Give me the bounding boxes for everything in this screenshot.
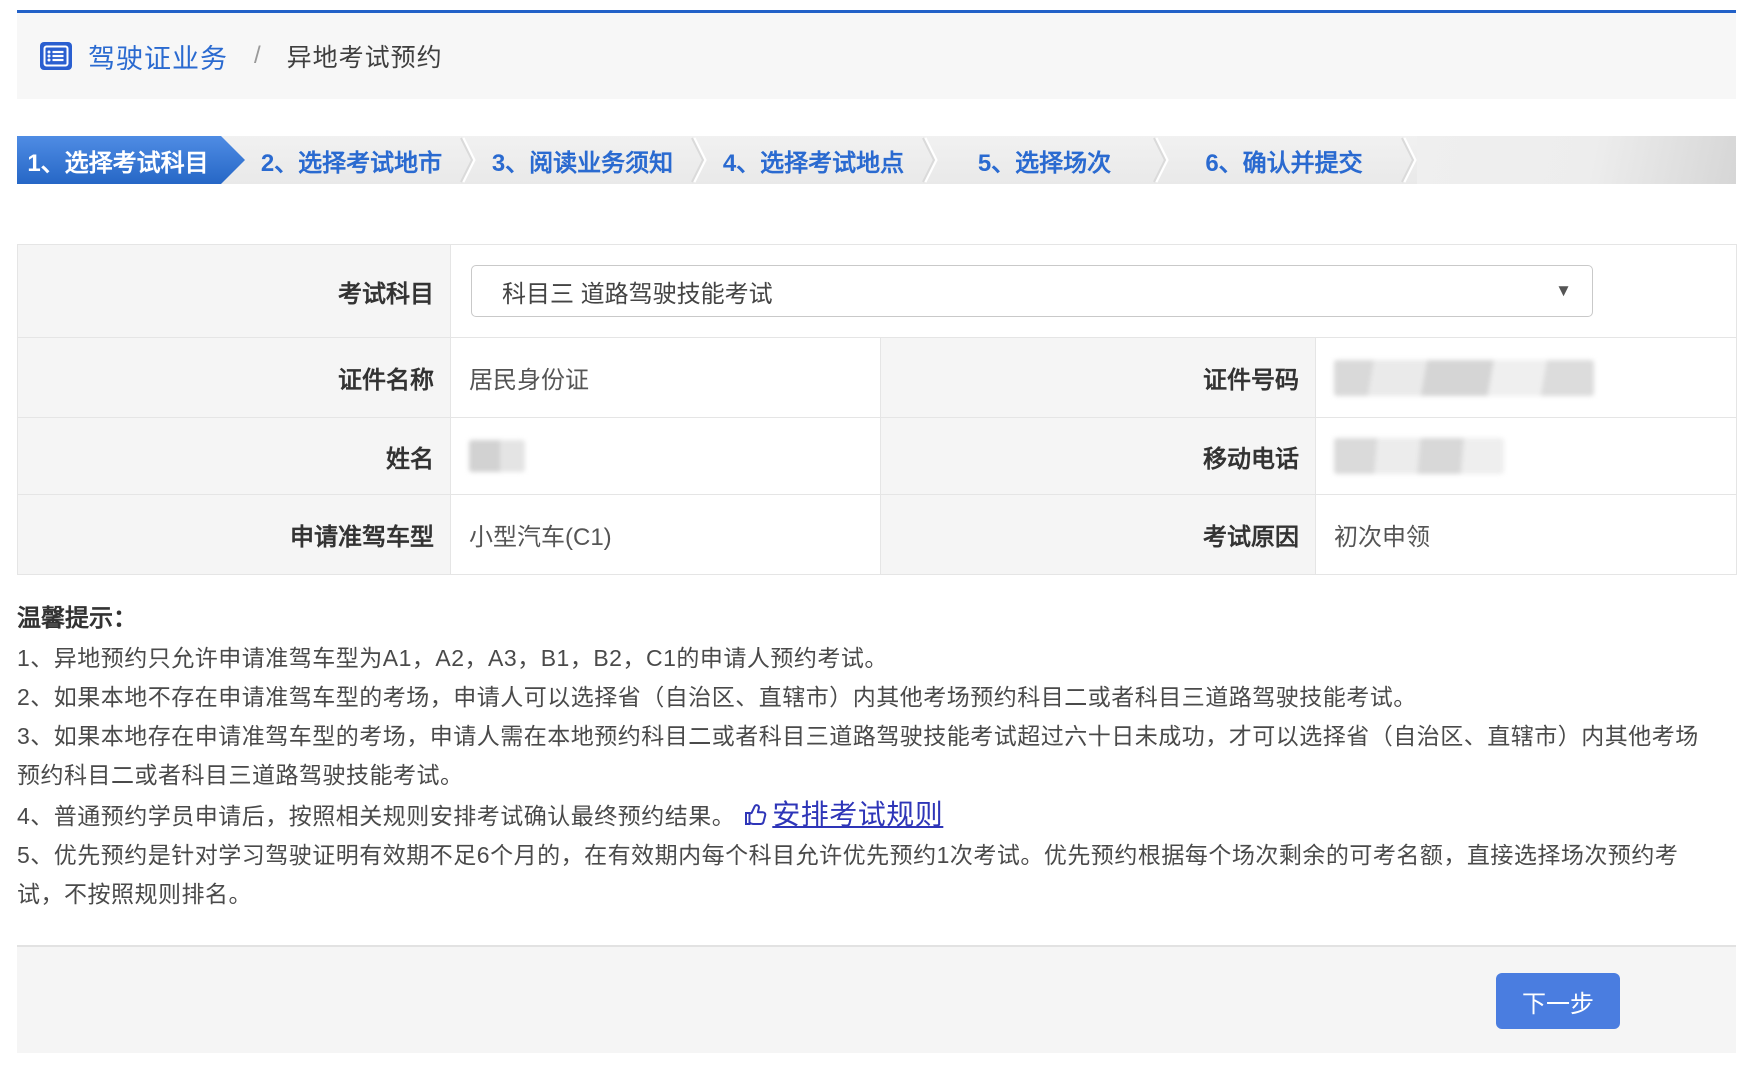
exam-booking-page: 驾驶证业务 / 异地考试预约 1、选择考试科目 2、选择考试地市 3、阅读业务须…: [0, 0, 1753, 1075]
breadcrumb-current-page: 异地考试预约: [287, 38, 443, 74]
next-step-button[interactable]: 下一步: [1496, 973, 1620, 1029]
id-number-redacted-value: [1334, 360, 1594, 396]
dropdown-caret-icon: ▼: [1555, 281, 1572, 301]
exam-reason-label: 考试原因: [881, 495, 1316, 575]
breadcrumb: 驾驶证业务 / 异地考试预约: [17, 13, 1736, 99]
exam-rule-link-label: 安排考试规则: [772, 799, 943, 830]
phone-redacted-value: [1334, 438, 1504, 474]
tip-item-2: 2、如果本地不存在申请准驾车型的考场，申请人可以选择省（自治区、直辖市）内其他考…: [17, 678, 1703, 717]
tip-item-5: 5、优先预约是针对学习驾驶证明有效期不足6个月的，在有效期内每个科目允许优先预约…: [17, 836, 1703, 914]
license-business-icon: [39, 41, 73, 71]
exam-subject-select[interactable]: 科目三 道路驾驶技能考试 ▼: [471, 265, 1593, 317]
id-type-value: 居民身份证: [451, 338, 881, 418]
step-1-select-subject: 1、选择考试科目: [17, 136, 245, 184]
tip-item-4-text: 4、普通预约学员申请后，按照相关规则安排考试确认最终预约结果。: [17, 803, 735, 829]
step-chevron-icon: [689, 136, 707, 184]
step-4-select-site: 4、选择考试地点: [707, 136, 920, 184]
step-wizard: 1、选择考试科目 2、选择考试地市 3、阅读业务须知 4、选择考试地点 5、选择…: [17, 136, 1736, 184]
step-chevron-icon: [1151, 136, 1169, 184]
tip-item-4: 4、普通预约学员申请后，按照相关规则安排考试确认最终预约结果。 安排考试规则: [17, 795, 1703, 836]
thumbs-up-icon: [743, 802, 769, 828]
exam-subject-label: 考试科目: [18, 245, 451, 338]
tips-title: 温馨提示：: [17, 599, 1703, 639]
applicant-info-table: 考试科目 科目三 道路驾驶技能考试 ▼ 证件名称 居民身份证 证件号码 姓名 移…: [17, 244, 1737, 575]
step-3-label: 3、阅读业务须知: [492, 143, 673, 178]
breadcrumb-license-business[interactable]: 驾驶证业务: [88, 37, 228, 76]
tip-item-1: 1、异地预约只允许申请准驾车型为A1，A2，A3，B1，B2，C1的申请人预约考…: [17, 639, 1703, 678]
vehicle-type-value: 小型汽车(C1): [451, 495, 881, 575]
phone-label: 移动电话: [881, 418, 1316, 495]
breadcrumb-separator: /: [254, 42, 261, 70]
id-number-label: 证件号码: [881, 338, 1316, 418]
step-1-label: 1、选择考试科目: [27, 143, 208, 178]
step-bar-filler: [1417, 136, 1736, 184]
tips-section: 温馨提示： 1、异地预约只允许申请准驾车型为A1，A2，A3，B1，B2，C1的…: [17, 575, 1703, 914]
step-2-label: 2、选择考试地市: [261, 143, 442, 178]
step-6-label: 6、确认并提交: [1205, 143, 1362, 178]
exam-subject-selected-value: 科目三 道路驾驶技能考试: [502, 274, 773, 309]
step-5-select-session: 5、选择场次: [938, 136, 1151, 184]
step-6-confirm-submit: 6、确认并提交: [1169, 136, 1399, 184]
step-chevron-icon: [458, 136, 476, 184]
name-label: 姓名: [18, 418, 451, 495]
step-2-select-city: 2、选择考试地市: [245, 136, 458, 184]
step-chevron-icon: [1399, 136, 1417, 184]
id-type-label: 证件名称: [18, 338, 451, 418]
step-chevron-icon: [920, 136, 938, 184]
bottom-action-bar: 下一步: [17, 945, 1736, 1053]
step-5-label: 5、选择场次: [978, 143, 1111, 178]
name-redacted-value: [469, 440, 525, 472]
exam-reason-value: 初次申领: [1316, 495, 1737, 575]
step-3-read-notice: 3、阅读业务须知: [476, 136, 689, 184]
exam-rule-link[interactable]: 安排考试规则: [743, 799, 943, 830]
step-4-label: 4、选择考试地点: [723, 143, 904, 178]
tip-item-3: 3、如果本地存在申请准驾车型的考场，申请人需在本地预约科目二或者科目三道路驾驶技…: [17, 717, 1703, 795]
vehicle-type-label: 申请准驾车型: [18, 495, 451, 575]
